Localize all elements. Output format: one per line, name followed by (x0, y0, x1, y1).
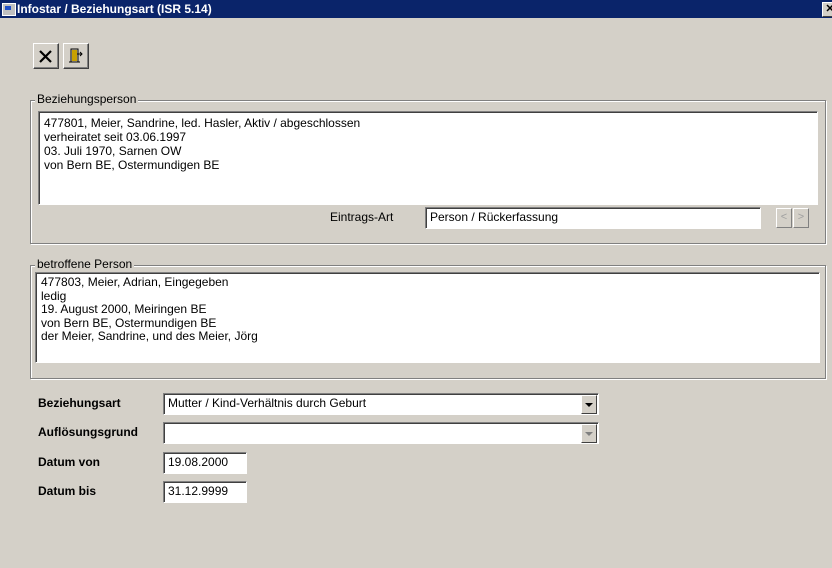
chevron-down-icon[interactable] (581, 395, 597, 414)
beziehungsperson-legend: Beziehungsperson (35, 92, 139, 106)
cancel-button[interactable] (33, 43, 59, 69)
close-x-icon (39, 50, 52, 63)
exit-button[interactable] (63, 43, 89, 69)
betroffene-line: ledig (41, 288, 67, 303)
datum-bis-field[interactable]: 31.12.9999 (163, 481, 247, 503)
beziehungsperson-line: 477801, Meier, Sandrine, led. Hasler, Ak… (44, 116, 361, 130)
exit-door-icon (69, 48, 83, 63)
next-button[interactable]: > (793, 208, 809, 228)
eintragsart-label: Eintrags-Art (330, 210, 394, 224)
window-title-bar[interactable]: Infostar / Beziehungsart (ISR 5.14) ✕ (0, 0, 832, 18)
beziehungsperson-line: 03. Juli 1970, Sarnen OW (44, 144, 182, 158)
beziehungsperson-details[interactable]: 477801, Meier, Sandrine, led. Hasler, Ak… (38, 111, 818, 205)
datum-von-field[interactable]: 19.08.2000 (163, 452, 247, 474)
beziehungsperson-line: verheiratet seit 03.06.1997 (44, 130, 187, 144)
betroffene-line: der Meier, Sandrine, und des Meier, Jörg (41, 329, 258, 343)
beziehungsart-value: Mutter / Kind-Verhältnis durch Geburt (168, 396, 367, 410)
beziehungsart-label: Beziehungsart (38, 396, 121, 410)
beziehungsperson-line: von Bern BE, Ostermundigen BE (44, 158, 220, 172)
prev-button[interactable]: < (776, 208, 792, 228)
beziehungsart-select[interactable]: Mutter / Kind-Verhältnis durch Geburt (163, 393, 599, 415)
aufloesungsgrund-label: Auflösungsgrund (38, 425, 138, 439)
aufloesungsgrund-select[interactable] (163, 422, 599, 444)
datum-von-label: Datum von (38, 455, 101, 469)
app-icon (2, 3, 16, 16)
eintragsart-field[interactable]: Person / Rückerfassung (425, 207, 761, 229)
betroffene-line: von Bern BE, Ostermundigen BE (41, 315, 217, 330)
datum-bis-label: Datum bis (38, 484, 97, 498)
betroffene-line: 477803, Meier, Adrian, Eingegeben (41, 275, 229, 289)
chevron-down-icon[interactable] (581, 424, 597, 443)
window-close-button[interactable]: ✕ (822, 2, 832, 17)
window-title: Infostar / Beziehungsart (ISR 5.14) (17, 2, 212, 16)
betroffene-person-details[interactable]: 477803, Meier, Adrian, Eingegeben ledig … (35, 272, 820, 363)
betroffene-line: 19. August 2000, Meiringen BE (41, 302, 207, 316)
betroffene-person-legend: betroffene Person (35, 257, 135, 271)
